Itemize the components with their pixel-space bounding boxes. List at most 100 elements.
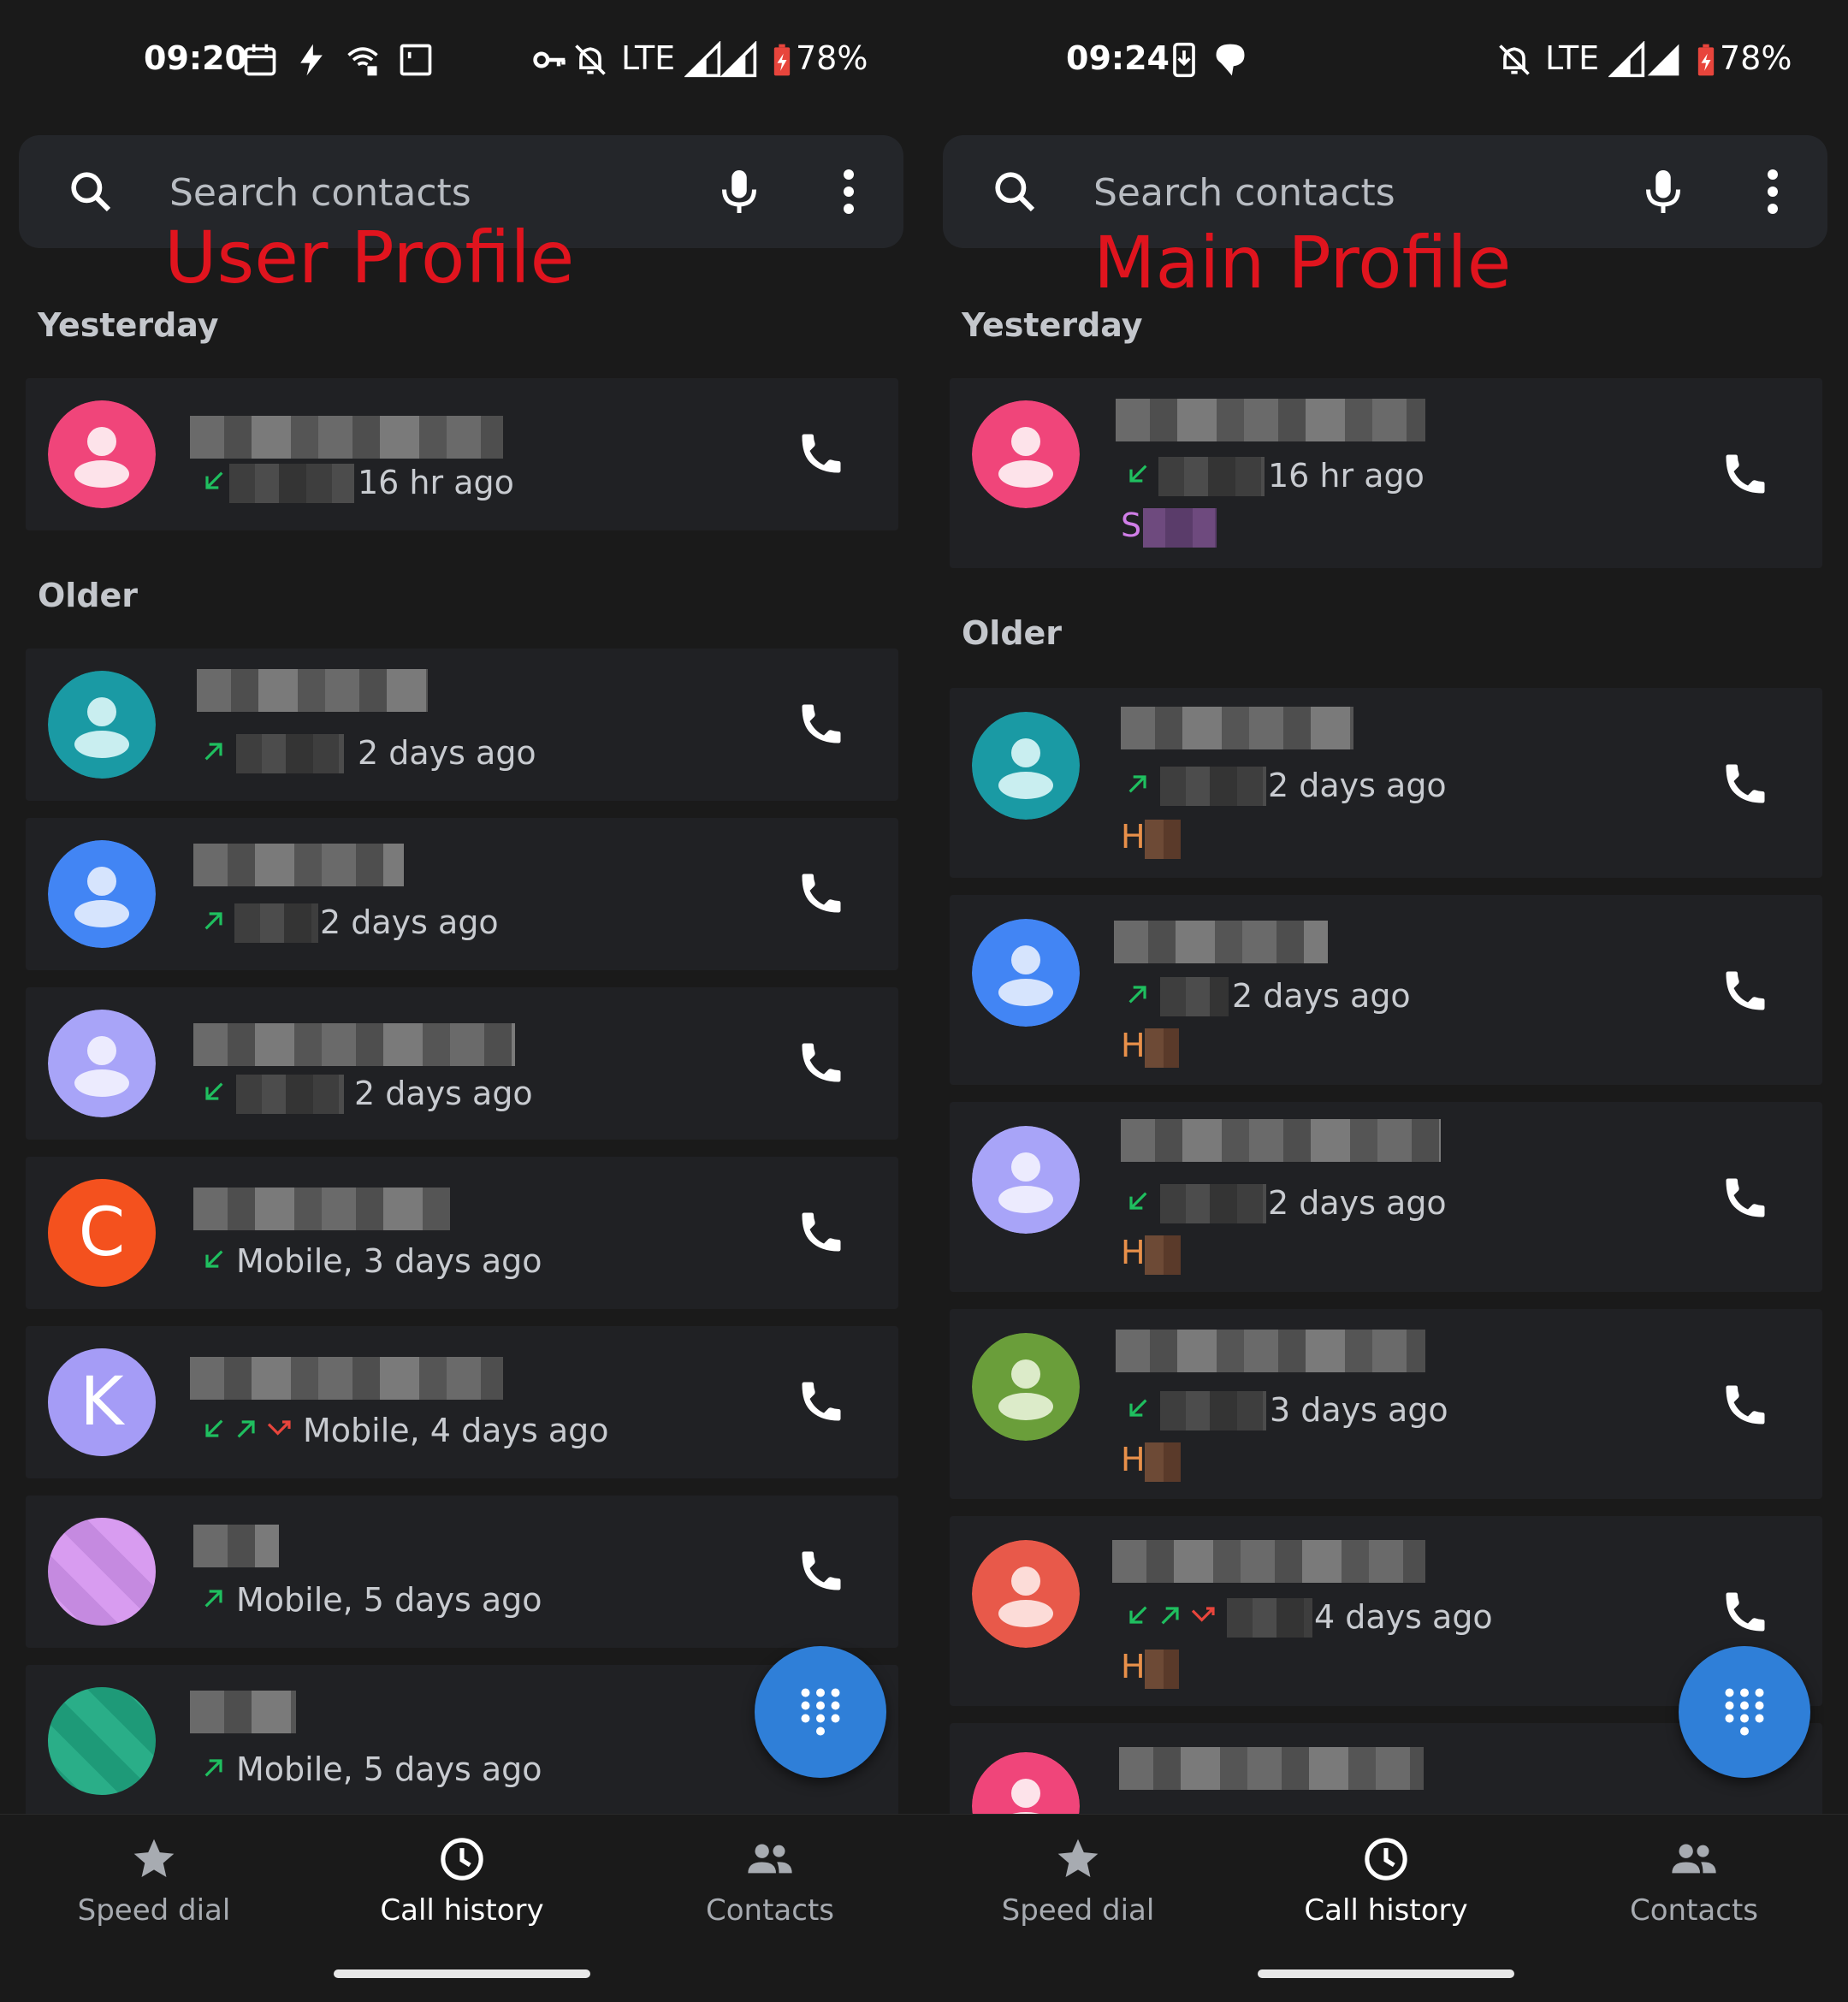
call-log-item[interactable]: 3 days ago H	[950, 1309, 1822, 1499]
signal-icon-2	[1647, 44, 1679, 76]
nav-label: Call history	[380, 1893, 544, 1928]
dialpad-fab[interactable]	[755, 1646, 886, 1778]
nav-call-history[interactable]: Call history	[308, 1815, 616, 1948]
nav-call-history[interactable]: Call history	[1232, 1815, 1540, 1948]
phone-call-icon[interactable]	[1720, 965, 1771, 1016]
section-header-yesterday: Yesterday	[962, 306, 1143, 344]
contact-name-redacted	[197, 669, 428, 712]
nav-speed-dial[interactable]: Speed dial	[924, 1815, 1232, 1948]
nav-label: Call history	[1304, 1893, 1468, 1928]
avatar	[972, 919, 1080, 1027]
phone-call-icon[interactable]	[1720, 1172, 1771, 1223]
phone-call-icon[interactable]	[796, 1037, 847, 1088]
call-log-item[interactable]: 2 days ago	[26, 987, 898, 1140]
star-icon	[133, 1839, 175, 1877]
nav-contacts[interactable]: Contacts	[616, 1815, 924, 1948]
call-log-item[interactable]: Mobile, 5 days ago	[26, 1496, 898, 1648]
notifications-off-icon	[575, 44, 606, 75]
nav-label: Speed dial	[77, 1893, 231, 1928]
incoming-call-icon	[1129, 1192, 1147, 1210]
phone-call-icon[interactable]	[1720, 758, 1771, 809]
contact-name-redacted	[1119, 1747, 1424, 1790]
dialpad-fab[interactable]	[1679, 1646, 1810, 1778]
outgoing-call-icon	[204, 1759, 222, 1777]
status-time: 09:24	[1066, 39, 1170, 77]
call-log-item[interactable]: K Mobile, 4 days ago	[26, 1326, 898, 1478]
sim-name-redacted	[1145, 1028, 1179, 1068]
phone-call-icon[interactable]	[1720, 1586, 1771, 1638]
phone-number-redacted	[1160, 1184, 1266, 1223]
phone-number-redacted	[1160, 977, 1229, 1016]
microphone-icon[interactable]	[1638, 164, 1689, 219]
phone-call-icon[interactable]	[796, 868, 847, 919]
status-network: LTE	[621, 39, 676, 77]
clock-icon	[1365, 1838, 1407, 1881]
call-time: Mobile, 5 days ago	[236, 1581, 542, 1619]
phone-call-icon[interactable]	[796, 1206, 847, 1258]
phone-number-redacted	[236, 1075, 344, 1114]
call-log-item[interactable]: 16 hr ago	[26, 378, 898, 530]
signal-icon-2	[720, 41, 757, 78]
call-time: Mobile, 5 days ago	[236, 1750, 542, 1788]
search-input[interactable]: Search contacts	[1093, 171, 1395, 215]
vpn-key-icon	[533, 51, 566, 68]
contact-name-redacted	[1121, 1119, 1441, 1162]
call-time: Mobile, 4 days ago	[303, 1412, 609, 1449]
status-bar: 09:20 LTE 78%	[0, 0, 924, 120]
search-icon[interactable]	[67, 168, 115, 216]
gesture-handle[interactable]	[334, 1969, 590, 1978]
contact-name-redacted	[193, 1525, 279, 1567]
call-log-item[interactable]: 2 days ago H	[950, 688, 1822, 878]
microphone-icon[interactable]	[714, 164, 765, 219]
phone-call-icon[interactable]	[1720, 448, 1771, 500]
avatar	[48, 671, 156, 779]
call-log-item[interactable]: 16 hr ago S	[950, 378, 1822, 568]
contact-name-redacted	[1121, 707, 1353, 749]
call-time: 16 hr ago	[1268, 457, 1424, 495]
contact-name-redacted	[190, 1691, 296, 1733]
missed-call-icon	[267, 1420, 291, 1436]
avatar	[972, 1126, 1080, 1234]
phone-call-icon[interactable]	[796, 1545, 847, 1596]
gesture-handle[interactable]	[1258, 1969, 1514, 1978]
phone-call-icon[interactable]	[796, 1376, 847, 1427]
nav-label: Contacts	[706, 1893, 834, 1928]
avatar	[48, 840, 156, 948]
search-input[interactable]: Search contacts	[169, 171, 471, 215]
notifications-off-icon	[1499, 44, 1530, 75]
flash-icon	[300, 44, 323, 76]
phone-call-icon[interactable]	[1720, 1379, 1771, 1430]
profile-label: Main Profile	[1093, 221, 1512, 305]
call-log-item[interactable]: C Mobile, 3 days ago	[26, 1157, 898, 1309]
call-time: 4 days ago	[1314, 1598, 1493, 1636]
phone-call-icon[interactable]	[796, 698, 847, 749]
dialpad-icon	[1725, 1688, 1764, 1736]
section-header-older: Older	[962, 614, 1063, 652]
call-log-item[interactable]: 2 days ago H	[950, 895, 1822, 1085]
phone-screen-user-profile: 09:20 LTE 78% Search contacts User Profi…	[0, 0, 924, 2002]
call-log-item[interactable]: 2 days ago H	[950, 1102, 1822, 1292]
incoming-call-icon	[205, 1419, 223, 1437]
star-icon	[1057, 1839, 1099, 1877]
avatar-photo	[48, 1518, 156, 1626]
avatar	[972, 400, 1080, 508]
bottom-navigation: Speed dial Call history Contacts	[0, 1814, 924, 1948]
calendar-icon	[244, 44, 276, 76]
outgoing-call-icon	[1161, 1607, 1179, 1625]
sim-name-redacted	[1143, 508, 1217, 548]
nav-speed-dial[interactable]: Speed dial	[0, 1815, 308, 1948]
search-icon[interactable]	[991, 168, 1039, 216]
sim-label: H	[1121, 1441, 1146, 1478]
more-options-icon[interactable]	[1756, 166, 1790, 217]
phone-call-icon[interactable]	[796, 428, 847, 479]
call-log-item[interactable]: 2 days ago	[26, 818, 898, 970]
phone-screen-main-profile: 09:24 LTE 78% Search contacts Main Profi…	[924, 0, 1848, 2002]
status-battery: 78%	[796, 39, 868, 77]
outgoing-call-icon	[1128, 986, 1146, 1004]
call-log-item[interactable]: 2 days ago	[26, 649, 898, 801]
phone-number-redacted	[1158, 457, 1265, 496]
nav-label: Contacts	[1630, 1893, 1758, 1928]
nav-contacts[interactable]: Contacts	[1540, 1815, 1848, 1948]
call-time: 3 days ago	[1270, 1391, 1448, 1429]
more-options-icon[interactable]	[832, 166, 866, 217]
